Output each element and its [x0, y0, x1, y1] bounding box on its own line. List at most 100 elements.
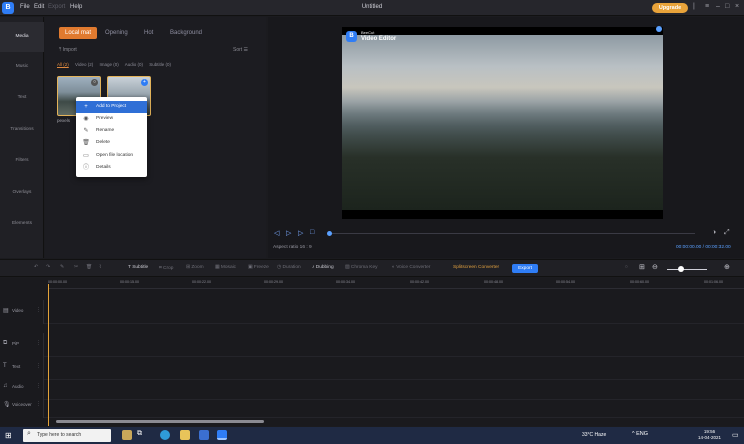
- taskbar-clock[interactable]: 19:56 14-04-2021: [698, 429, 721, 441]
- lock-icon[interactable]: ⋮: [36, 363, 41, 369]
- add-to-timeline-icon[interactable]: +: [141, 79, 148, 86]
- import-button[interactable]: ⤒ Import: [59, 47, 77, 53]
- eye-icon: ◉: [83, 116, 89, 122]
- maximize-icon[interactable]: □: [725, 3, 729, 10]
- menu-icon[interactable]: ≡: [705, 3, 709, 10]
- minimize-icon[interactable]: –: [716, 3, 720, 10]
- split-icon[interactable]: ✂: [74, 265, 78, 270]
- prev-frame-icon[interactable]: ◁: [274, 229, 279, 237]
- beecut-taskbar-icon[interactable]: [217, 430, 227, 440]
- menu-open-file-location[interactable]: ▭ Open file location: [76, 150, 147, 162]
- weather-widget-icon[interactable]: [122, 430, 132, 440]
- zoom-in-icon[interactable]: ⊕: [724, 263, 730, 271]
- dubbing-button[interactable]: ♪ Dubbing: [312, 265, 334, 270]
- tab-hot[interactable]: Hot: [144, 27, 153, 39]
- mark-icon[interactable]: ⌇: [99, 265, 101, 270]
- timeline-ruler[interactable]: 00:00:00.00 00:00:15.00 00:00:22.00 00:0…: [48, 279, 744, 289]
- task-view-icon[interactable]: ⧉: [137, 430, 147, 440]
- menu-add-to-project[interactable]: + Add to Project: [76, 101, 147, 113]
- menu-delete[interactable]: 🗑 Delete: [76, 137, 147, 149]
- nav-text[interactable]: Text: [0, 95, 44, 100]
- ruler-tick: 00:00:60.00: [630, 280, 649, 284]
- nav-transitions[interactable]: Transitions: [0, 127, 44, 132]
- weather-status[interactable]: 33°C Haze: [582, 432, 606, 438]
- menu-rename[interactable]: ✎ Rename: [76, 125, 147, 137]
- fullscreen-icon[interactable]: ⤢: [724, 229, 730, 237]
- nav-music[interactable]: Music: [0, 64, 44, 69]
- snapshot-icon[interactable]: ◑: [712, 229, 716, 236]
- tab-background[interactable]: Background: [170, 27, 202, 39]
- sort-button[interactable]: Sort ☰: [233, 47, 248, 53]
- timeline-playhead[interactable]: [48, 284, 49, 426]
- mic-icon: 🎙: [3, 402, 11, 408]
- track-header-video: ▤ Video ⋮: [0, 300, 44, 324]
- delete-clip-icon[interactable]: 🗑: [86, 265, 92, 270]
- splitscreen-button[interactable]: Splitscreen Converter: [453, 265, 499, 270]
- chroma-key-button[interactable]: ▨ Chroma Key: [345, 265, 378, 270]
- system-tray[interactable]: ^ ENG: [632, 431, 648, 437]
- timeline-scrollbar[interactable]: [56, 420, 264, 423]
- nav-media[interactable]: Media: [0, 22, 44, 52]
- menu-preview[interactable]: ◉ Preview: [76, 113, 147, 125]
- filter-subtitle[interactable]: Subtitle (0): [149, 62, 171, 67]
- edge-icon[interactable]: [160, 430, 170, 440]
- nav-filters[interactable]: Filters: [0, 158, 44, 163]
- lock-icon[interactable]: ⋮: [36, 383, 41, 389]
- lock-icon[interactable]: ⋮: [36, 340, 41, 346]
- play-icon[interactable]: ▷: [286, 229, 291, 237]
- windows-start-icon[interactable]: ⊞: [5, 431, 12, 440]
- upgrade-button[interactable]: Upgrade: [652, 3, 688, 13]
- store-icon[interactable]: [199, 430, 209, 440]
- user-icon[interactable]: |: [693, 3, 695, 10]
- zoom-out-icon[interactable]: ⊖: [652, 263, 658, 271]
- filter-all[interactable]: All (2): [57, 62, 69, 67]
- filter-audio[interactable]: Audio (0): [125, 62, 143, 67]
- track-pip[interactable]: [44, 333, 744, 357]
- tab-local-material[interactable]: Local mat: [59, 27, 97, 39]
- export-button[interactable]: Export: [512, 264, 538, 273]
- file-explorer-icon[interactable]: [180, 430, 190, 440]
- track-video[interactable]: [44, 300, 744, 324]
- filter-image[interactable]: Image (0): [99, 62, 118, 67]
- aspect-ratio-selector[interactable]: Aspect ratio 16 : 9: [273, 245, 312, 250]
- crop-button[interactable]: ⌗ Crop: [159, 265, 173, 271]
- grid-icon[interactable]: ⊞: [639, 263, 645, 271]
- crop-label: Crop: [163, 266, 174, 271]
- nav-overlays[interactable]: Overlays: [0, 190, 44, 195]
- thumb-options-icon[interactable]: ○: [91, 79, 98, 86]
- filter-video[interactable]: Video (2): [75, 62, 93, 67]
- timeline-zoom-handle[interactable]: [678, 266, 684, 272]
- lock-icon[interactable]: ⋮: [36, 307, 41, 313]
- ruler-tick: 00:00:15.00: [120, 280, 139, 284]
- duration-button[interactable]: ◷ Duration: [277, 265, 301, 270]
- menu-item-label: Open file location: [96, 153, 134, 158]
- redo-icon[interactable]: ↷: [46, 265, 50, 270]
- video-preview[interactable]: B BeeCut Video Editor: [342, 27, 663, 219]
- undo-icon[interactable]: ↶: [34, 265, 38, 270]
- close-icon[interactable]: ×: [735, 3, 739, 10]
- menu-details[interactable]: ⓘ Details: [76, 162, 147, 174]
- stop-icon[interactable]: □: [310, 229, 314, 236]
- next-frame-icon[interactable]: ▷: [298, 229, 303, 237]
- plus-icon: +: [84, 104, 88, 110]
- timeline-zoom-slider[interactable]: [667, 269, 707, 270]
- zoom-button[interactable]: ⊞ Zoom: [186, 265, 204, 270]
- seek-handle[interactable]: [327, 231, 332, 236]
- preview-handle-icon[interactable]: [656, 26, 662, 32]
- subtitle-label: Subtitle: [132, 265, 149, 270]
- seek-bar[interactable]: [330, 233, 695, 234]
- left-nav: Media Music Text Transitions Filters Ove…: [0, 17, 44, 258]
- freeze-button[interactable]: ▣ Freeze: [248, 265, 269, 270]
- tab-opening[interactable]: Opening: [105, 27, 128, 39]
- nav-elements[interactable]: Elements: [0, 221, 44, 226]
- track-voiceover[interactable]: [44, 394, 744, 418]
- mosaic-button[interactable]: ▦ Mosaic: [215, 265, 236, 270]
- track-header-pip: ⧉ PiP ⋮: [0, 333, 44, 357]
- notification-icon[interactable]: ▭: [732, 431, 739, 439]
- subtitle-button[interactable]: T Subtitle: [128, 265, 148, 270]
- zoom-fit-icon[interactable]: ○: [625, 265, 628, 270]
- edit-icon[interactable]: ✎: [60, 265, 64, 270]
- voice-converter-button[interactable]: ◐ Voice Converter: [392, 265, 430, 270]
- lock-icon[interactable]: ⋮: [36, 401, 41, 407]
- taskbar-search-box[interactable]: ⌕ Type here to search: [23, 429, 111, 442]
